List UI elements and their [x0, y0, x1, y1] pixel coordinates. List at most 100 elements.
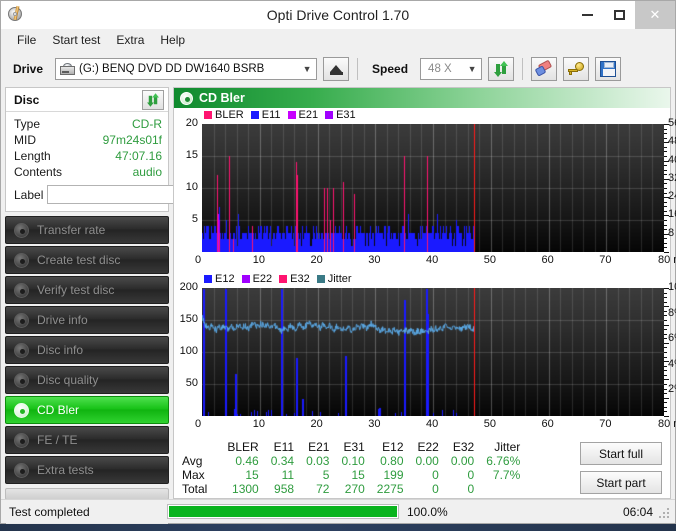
window-controls: ✕ [571, 1, 675, 29]
cell: 0 [467, 468, 475, 482]
cell: 15 [351, 468, 365, 482]
close-button[interactable]: ✕ [635, 1, 675, 29]
sidebar-item-extra-tests[interactable]: Extra tests [5, 456, 169, 484]
legend-swatch [204, 275, 212, 283]
jitter-axis-tick [664, 301, 667, 303]
erase-disc-button[interactable] [531, 57, 558, 81]
menu-item-extra[interactable]: Extra [108, 31, 152, 49]
save-results-button[interactable] [595, 57, 622, 81]
jitter-axis-tick [664, 288, 669, 289]
sidebar-item-label: Extra tests [37, 463, 94, 477]
drive-select[interactable]: (G:) BENQ DVD DD DW1640 BSRB ▼ [55, 58, 318, 80]
disc-icon [14, 342, 29, 358]
bler-axis-tick [664, 252, 669, 253]
cell: 270 [344, 482, 365, 496]
disc-key: MID [14, 133, 36, 147]
speed-select[interactable]: 48 X ▼ [420, 58, 483, 80]
bler-axis-tick [664, 188, 667, 189]
jitter-axis-tick [664, 333, 667, 335]
disc-key: Length [14, 149, 51, 163]
jitter-x-tick: 50 [483, 418, 496, 430]
save-icon [600, 61, 617, 77]
sidebar-item-disc-info[interactable]: Disc info [5, 336, 169, 364]
bler-y-tick: 5 [191, 213, 198, 225]
cell: 0 [432, 468, 439, 482]
start-full-button[interactable]: Start full [580, 442, 662, 465]
jitter-axis-tick [664, 342, 669, 344]
table-header-row: BLER E11 E21 E31 E12 E22 E32 Jitter [180, 440, 526, 454]
bler-axis-tick [664, 215, 669, 217]
jitter-axis-tick [664, 356, 667, 358]
jitter-axis-tick [664, 384, 667, 385]
sidebar-item-transfer-rate[interactable]: Transfer rate [5, 216, 169, 244]
jitter-axis-tick [664, 347, 667, 349]
jitter-axis-tick [664, 402, 667, 404]
sidebar-item-verify-test-disc[interactable]: Verify test disc [5, 276, 169, 304]
sidebar-item-create-test-disc[interactable]: Create test disc [5, 246, 169, 274]
sidebar-item-cd-bler[interactable]: CD Bler [5, 396, 169, 424]
drive-settings-button[interactable] [563, 57, 590, 81]
cell: 199 [383, 468, 404, 482]
maximize-button[interactable] [603, 1, 635, 29]
drive-select-value: (G:) BENQ DVD DD DW1640 BSRB [79, 63, 265, 75]
bler-x-tick: 20 [310, 254, 323, 266]
bler-axis-tick [664, 238, 667, 240]
legend-item-bler: BLER [204, 109, 244, 121]
menu-item-help[interactable]: Help [152, 31, 193, 49]
bler-x-tick: 40 [426, 254, 439, 266]
jitter-y-tick: 50 [185, 377, 198, 389]
drive-label: Drive [13, 62, 44, 76]
sidebar-item-fe-te[interactable]: FE / TE [5, 426, 169, 454]
row-label-avg: Avg [182, 454, 203, 468]
disc-key: Contents [14, 165, 63, 179]
menu-item-start-test[interactable]: Start test [44, 31, 108, 49]
bler-axis-tick [664, 183, 667, 185]
bler-axis-tick [664, 124, 669, 125]
jitter-axis-tick [664, 352, 667, 353]
legend-label: E21 [298, 109, 319, 121]
disc-info-panel: Disc Type CD-R MID 97m24s01f Length 47:0… [5, 87, 252, 212]
col-jitter: Jitter [494, 440, 521, 454]
legend-item-e32: E32 [279, 273, 310, 285]
sidebar-item-disc-quality[interactable]: Disc quality [5, 366, 169, 394]
jitter-plot-canvas[interactable] [202, 288, 664, 416]
refresh-button[interactable] [488, 57, 515, 81]
bler-y-tick: 20 [185, 117, 198, 129]
cell: 0 [467, 482, 475, 496]
resize-grip[interactable] [659, 508, 671, 520]
toolbar: Drive (G:) BENQ DVD DD DW1640 BSRB ▼ Spe… [1, 51, 675, 87]
jitter-axis-tick [664, 388, 667, 390]
jitter-x-tick: 80 min [658, 418, 676, 430]
minimize-icon [581, 14, 593, 16]
sidebar-item-label: Create test disc [37, 253, 121, 267]
bler-x-tick: 80 min [658, 254, 676, 266]
start-part-button[interactable]: Start part [580, 471, 662, 494]
disc-properties: Type CD-R MID 97m24s01f Length 47:07.16 … [6, 112, 252, 211]
speed-label: Speed [372, 62, 409, 76]
disc-icon [180, 91, 193, 105]
minimize-button[interactable] [571, 1, 603, 29]
bler-plot-canvas[interactable] [202, 124, 664, 252]
legend-label: E22 [252, 273, 273, 285]
jitter-axis-tick [664, 324, 669, 326]
key-icon [567, 61, 585, 77]
disc-row-length: Length 47:07.16 [14, 148, 162, 164]
navigation-list: Transfer rate Create test disc Verify te… [5, 216, 169, 530]
eject-button[interactable] [323, 57, 350, 81]
jitter-percent-tick: 4% [668, 357, 676, 370]
cell: 11 [281, 468, 295, 482]
bler-chart-legend: BLER E11 E21 E31 [204, 109, 356, 121]
refresh-icon [493, 61, 509, 77]
jitter-chart-legend: E12 E22 E32 Jitter [204, 273, 352, 285]
sidebar-item-label: FE / TE [37, 433, 78, 447]
menu-item-file[interactable]: File [9, 31, 44, 49]
disc-refresh-button[interactable] [142, 89, 164, 110]
bler-axis-tick [664, 220, 667, 221]
legend-item-e22: E22 [241, 273, 273, 285]
app-window: Opti Drive Control 1.70 ✕ File Start tes… [0, 0, 676, 530]
sidebar-item-drive-info[interactable]: Drive info [5, 306, 169, 334]
disc-icon [14, 462, 29, 478]
bler-x-tick: 50 [483, 254, 496, 266]
speed-select-value: 48 X [428, 63, 452, 75]
jitter-x-tick: 10 [252, 418, 265, 430]
